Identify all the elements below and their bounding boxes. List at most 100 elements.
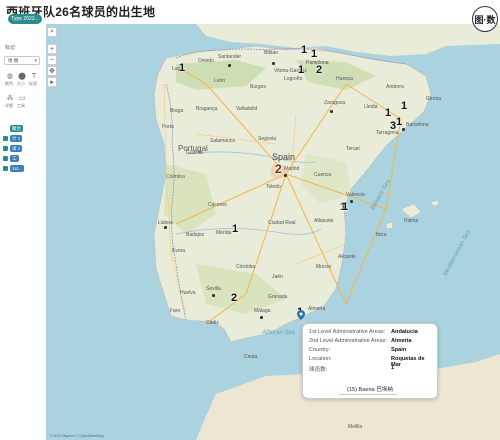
city-label: Segovia	[258, 136, 277, 142]
player-count-label[interactable]: 1	[298, 64, 304, 76]
city-label: Oviedo	[198, 58, 214, 64]
pan-icon[interactable]: ✥	[47, 66, 57, 76]
city-label: Santander	[218, 54, 242, 60]
detail-icon-label: 详细	[5, 103, 13, 108]
field-chip[interactable]: 计 1	[10, 135, 23, 142]
player-count-label[interactable]: 1	[385, 107, 391, 119]
city-label: Cádiz	[206, 320, 219, 326]
color-icon[interactable]: ◍	[6, 72, 14, 80]
city-label: Granada	[268, 294, 288, 300]
city-label: Almería	[308, 306, 326, 312]
tooltip-icon-label: 工具	[17, 103, 25, 108]
city-dot	[284, 174, 287, 177]
tooltip-key: Country:	[309, 347, 331, 353]
city-dot	[402, 128, 405, 131]
tooltip-value: 1	[391, 365, 395, 371]
city-label: Évora	[172, 248, 186, 254]
city-label: Albacete	[314, 218, 334, 224]
city-label: Zaragoza	[324, 100, 346, 106]
marks-panel: Type 2023... 标记 地 图 ▾ ◍ ⬤ T 颜色 大小 标签 ⁂ ▭…	[0, 14, 44, 440]
tooltip-row: 球员数: 1	[309, 365, 431, 374]
player-count-label[interactable]: 1	[179, 62, 185, 74]
player-count-label[interactable]: 2	[316, 64, 322, 76]
label-icon-label: 标签	[29, 81, 37, 86]
player-count-label[interactable]: 1	[401, 100, 407, 112]
mallorca	[400, 203, 422, 219]
city-label: Valladolid	[236, 106, 258, 112]
mark-type-value: 地 图	[8, 57, 19, 63]
city-label: Andorra	[386, 84, 404, 90]
player-count-label[interactable]: 2	[231, 292, 237, 304]
detail-icon[interactable]: ⁂	[6, 94, 14, 102]
field-type-icon	[3, 146, 8, 151]
city-label: Girona	[426, 96, 442, 102]
ibiza	[385, 221, 394, 230]
field-chip[interactable]: 工	[10, 155, 19, 162]
country-label: Spain	[272, 152, 296, 162]
tooltip-row: 2nd Level Administrative Areas: Almeria	[309, 338, 431, 347]
size-icon[interactable]: ⬤	[18, 72, 26, 80]
field-type-icon	[3, 136, 8, 141]
city-dot	[350, 200, 353, 203]
city-dot	[272, 62, 275, 65]
field-chip[interactable]: 1st...	[10, 165, 24, 172]
label-icon[interactable]: T	[30, 72, 38, 80]
marks-label: 标记	[5, 45, 16, 51]
city-label: Badajoz	[186, 232, 205, 238]
zoom-out-icon[interactable]: −	[47, 55, 57, 65]
tooltip-icon[interactable]: ▭	[18, 94, 26, 102]
city-label: Madrid	[284, 166, 300, 172]
city-label: Cuenca	[314, 172, 332, 178]
city-label: Huelva	[180, 290, 196, 296]
player-count-label[interactable]: 1	[311, 48, 317, 60]
city-dot	[330, 110, 333, 113]
city-label: Ibiza	[376, 232, 387, 238]
city-label: Cáceres	[208, 202, 227, 208]
player-count-label[interactable]: 2	[275, 162, 282, 176]
zoom-in-icon[interactable]: +	[47, 44, 57, 54]
tooltip-divider	[339, 394, 397, 395]
expand-icon[interactable]: ▸	[47, 77, 57, 87]
city-label: Melilla	[348, 424, 363, 430]
city-dot	[260, 316, 263, 319]
city-label: Ceuta	[244, 354, 258, 360]
city-dot	[212, 294, 215, 297]
city-label: Málaga	[254, 308, 271, 314]
city-label: Coimbra	[166, 174, 185, 180]
city-label: Guarda	[186, 150, 203, 156]
field-type-icon	[3, 166, 8, 171]
map-search-icon[interactable]: ⌕	[47, 27, 57, 37]
city-dot	[164, 226, 167, 229]
city-label: León	[214, 78, 226, 84]
city-label: Bragança	[196, 106, 218, 112]
tooltip-row: 1st Level Administrative Areas: Andaluci…	[309, 329, 431, 338]
menorca	[430, 199, 440, 207]
city-label: Porto	[162, 124, 174, 130]
field-chip[interactable]: 详 1	[10, 145, 23, 152]
player-count-label[interactable]: 1	[232, 223, 238, 235]
map-attribution: © 2023 Mapbox © OpenStreetMap	[50, 434, 104, 438]
player-count-label[interactable]: 1	[342, 201, 348, 213]
map-tooltip: 1st Level Administrative Areas: Andaluci…	[302, 323, 438, 399]
color-icon-label: 颜色	[5, 81, 13, 86]
mark-type-select[interactable]: 地 图 ▾	[4, 56, 40, 65]
player-count-label[interactable]: 1	[396, 116, 402, 128]
city-label: Huesca	[336, 76, 353, 82]
type-filter-pill[interactable]: Type 2023...	[8, 14, 42, 24]
brand-logo: 图·数	[472, 6, 498, 32]
city-label: Teruel	[346, 146, 360, 152]
city-label: Barcelona	[406, 122, 429, 128]
tooltip-key: Location:	[309, 356, 332, 362]
city-label: Braga	[170, 108, 184, 114]
city-label: Lleida	[364, 104, 378, 110]
tooltip-value: Almeria	[391, 338, 412, 344]
field-chip[interactable]: 聚合	[10, 125, 23, 132]
city-label: Faro	[170, 308, 181, 314]
tooltip-key: 球员数:	[309, 367, 328, 373]
player-count-label[interactable]: 1	[301, 44, 307, 56]
chevron-down-icon: ▾	[34, 58, 37, 64]
city-label: Logroño	[284, 76, 303, 82]
city-dot	[228, 64, 231, 67]
tooltip-footer-link[interactable]: (15) Baena 巴埃纳	[309, 385, 431, 393]
city-label: Valencia	[346, 192, 365, 198]
